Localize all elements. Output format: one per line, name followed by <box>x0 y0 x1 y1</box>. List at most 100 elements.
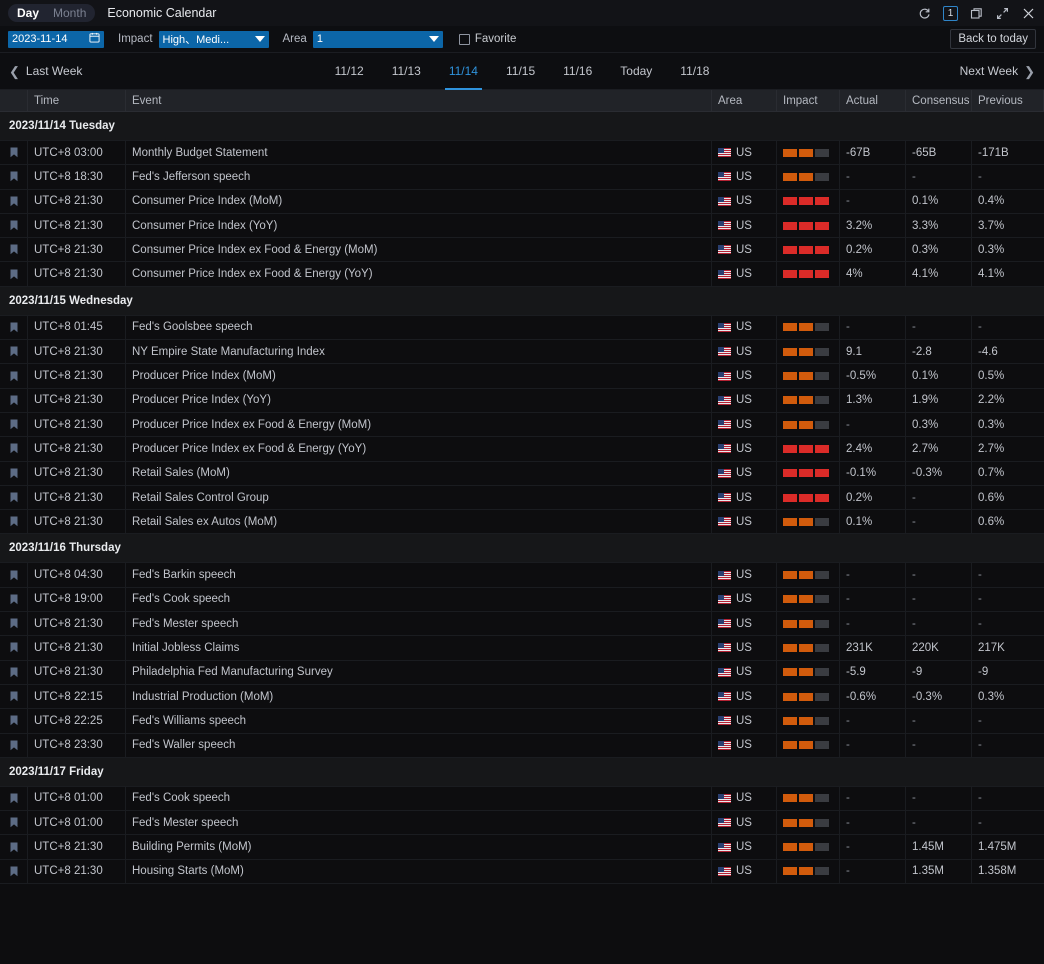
row-bookmark-cell[interactable] <box>0 413 28 436</box>
bookmark-icon[interactable] <box>10 346 18 357</box>
column-header-time[interactable]: Time <box>28 90 126 111</box>
row-bookmark-cell[interactable] <box>0 190 28 213</box>
row-event[interactable]: Fed's Waller speech <box>126 734 712 757</box>
row-bookmark-cell[interactable] <box>0 462 28 485</box>
row-bookmark-cell[interactable] <box>0 340 28 363</box>
row-bookmark-cell[interactable] <box>0 588 28 611</box>
column-header-previous[interactable]: Previous <box>972 90 1044 111</box>
bookmark-icon[interactable] <box>10 866 18 877</box>
row-event[interactable]: Consumer Price Index (YoY) <box>126 214 712 237</box>
row-event[interactable]: Retail Sales (MoM) <box>126 462 712 485</box>
bookmark-icon[interactable] <box>10 691 18 702</box>
row-bookmark-cell[interactable] <box>0 141 28 164</box>
impact-select[interactable]: High、Medi... <box>159 31 269 48</box>
bookmark-icon[interactable] <box>10 667 18 678</box>
row-event[interactable]: Fed's Goolsbee speech <box>126 316 712 339</box>
bookmark-icon[interactable] <box>10 594 18 605</box>
last-week-button[interactable]: ❮ Last Week <box>9 64 82 78</box>
row-event[interactable]: Initial Jobless Claims <box>126 636 712 659</box>
table-row[interactable]: UTC+8 03:00Monthly Budget StatementUS-67… <box>0 141 1044 165</box>
row-bookmark-cell[interactable] <box>0 486 28 509</box>
row-bookmark-cell[interactable] <box>0 734 28 757</box>
row-event[interactable]: Philadelphia Fed Manufacturing Survey <box>126 661 712 684</box>
refresh-icon[interactable] <box>917 6 932 21</box>
row-bookmark-cell[interactable] <box>0 364 28 387</box>
row-bookmark-cell[interactable] <box>0 612 28 635</box>
next-week-button[interactable]: Next Week ❯ <box>960 64 1035 78</box>
favorite-filter[interactable]: Favorite <box>459 33 517 45</box>
row-bookmark-cell[interactable] <box>0 661 28 684</box>
bookmark-icon[interactable] <box>10 817 18 828</box>
day-tab[interactable]: Today <box>606 53 666 90</box>
table-row[interactable]: UTC+8 21:30Housing Starts (MoM)US-1.35M1… <box>0 860 1044 884</box>
day-tab[interactable]: 11/15 <box>492 53 549 90</box>
day-tab[interactable]: 11/13 <box>378 53 435 90</box>
bookmark-icon[interactable] <box>10 740 18 751</box>
view-mode-toggle[interactable]: Day Month <box>8 4 95 22</box>
table-row[interactable]: UTC+8 21:30Retail Sales Control GroupUS0… <box>0 486 1044 510</box>
bookmark-icon[interactable] <box>10 793 18 804</box>
row-event[interactable]: Consumer Price Index ex Food & Energy (M… <box>126 238 712 261</box>
row-event[interactable]: NY Empire State Manufacturing Index <box>126 340 712 363</box>
view-tab-day[interactable]: Day <box>10 4 46 22</box>
bookmark-icon[interactable] <box>10 642 18 653</box>
bookmark-icon[interactable] <box>10 371 18 382</box>
row-event[interactable]: Industrial Production (MoM) <box>126 685 712 708</box>
table-row[interactable]: UTC+8 21:30Producer Price Index (MoM)US-… <box>0 364 1044 388</box>
row-event[interactable]: Fed's Jefferson speech <box>126 165 712 188</box>
date-picker[interactable]: 2023-11-14 <box>8 31 104 48</box>
row-bookmark-cell[interactable] <box>0 214 28 237</box>
table-row[interactable]: UTC+8 21:30Producer Price Index (YoY)US1… <box>0 389 1044 413</box>
bookmark-icon[interactable] <box>10 147 18 158</box>
row-bookmark-cell[interactable] <box>0 811 28 834</box>
row-event[interactable]: Consumer Price Index (MoM) <box>126 190 712 213</box>
table-row[interactable]: UTC+8 21:30Retail Sales (MoM)US-0.1%-0.3… <box>0 462 1044 486</box>
row-event[interactable]: Retail Sales ex Autos (MoM) <box>126 510 712 533</box>
bookmark-icon[interactable] <box>10 570 18 581</box>
table-row[interactable]: UTC+8 22:15Industrial Production (MoM)US… <box>0 685 1044 709</box>
bookmark-icon[interactable] <box>10 516 18 527</box>
row-bookmark-cell[interactable] <box>0 709 28 732</box>
row-event[interactable]: Retail Sales Control Group <box>126 486 712 509</box>
expand-icon[interactable] <box>995 6 1010 21</box>
table-row[interactable]: UTC+8 22:25Fed's Williams speechUS--- <box>0 709 1044 733</box>
table-row[interactable]: UTC+8 21:30Building Permits (MoM)US-1.45… <box>0 835 1044 859</box>
column-header-actual[interactable]: Actual <box>840 90 906 111</box>
row-bookmark-cell[interactable] <box>0 860 28 883</box>
view-tab-month[interactable]: Month <box>46 4 93 22</box>
row-bookmark-cell[interactable] <box>0 165 28 188</box>
back-to-today-button[interactable]: Back to today <box>950 29 1036 49</box>
bookmark-icon[interactable] <box>10 196 18 207</box>
bookmark-icon[interactable] <box>10 171 18 182</box>
row-bookmark-cell[interactable] <box>0 262 28 285</box>
table-row[interactable]: UTC+8 21:30Consumer Price Index (MoM)US-… <box>0 190 1044 214</box>
row-bookmark-cell[interactable] <box>0 238 28 261</box>
row-bookmark-cell[interactable] <box>0 685 28 708</box>
window-count-badge[interactable]: 1 <box>943 6 958 21</box>
day-tab[interactable]: 11/12 <box>321 53 378 90</box>
day-tab[interactable]: 11/14 <box>435 53 492 90</box>
row-event[interactable]: Fed's Barkin speech <box>126 563 712 586</box>
close-icon[interactable] <box>1021 6 1036 21</box>
row-event[interactable]: Fed's Mester speech <box>126 811 712 834</box>
table-row[interactable]: UTC+8 21:30Consumer Price Index (YoY)US3… <box>0 214 1044 238</box>
row-event[interactable]: Building Permits (MoM) <box>126 835 712 858</box>
column-header-area[interactable]: Area <box>712 90 777 111</box>
row-event[interactable]: Fed's Williams speech <box>126 709 712 732</box>
table-row[interactable]: UTC+8 21:30Consumer Price Index ex Food … <box>0 262 1044 286</box>
table-row[interactable]: UTC+8 21:30Producer Price Index ex Food … <box>0 413 1044 437</box>
day-tab[interactable]: 11/16 <box>549 53 606 90</box>
table-row[interactable]: UTC+8 23:30Fed's Waller speechUS--- <box>0 734 1044 758</box>
day-tab[interactable]: 11/18 <box>666 53 723 90</box>
row-event[interactable]: Producer Price Index ex Food & Energy (M… <box>126 413 712 436</box>
bookmark-icon[interactable] <box>10 244 18 255</box>
table-row[interactable]: UTC+8 21:30NY Empire State Manufacturing… <box>0 340 1044 364</box>
row-bookmark-cell[interactable] <box>0 636 28 659</box>
row-event[interactable]: Consumer Price Index ex Food & Energy (Y… <box>126 262 712 285</box>
column-header-event[interactable]: Event <box>126 90 712 111</box>
bookmark-icon[interactable] <box>10 443 18 454</box>
column-header-consensus[interactable]: Consensus <box>906 90 972 111</box>
table-row[interactable]: UTC+8 21:30Retail Sales ex Autos (MoM)US… <box>0 510 1044 534</box>
row-event[interactable]: Fed's Cook speech <box>126 588 712 611</box>
row-bookmark-cell[interactable] <box>0 787 28 810</box>
